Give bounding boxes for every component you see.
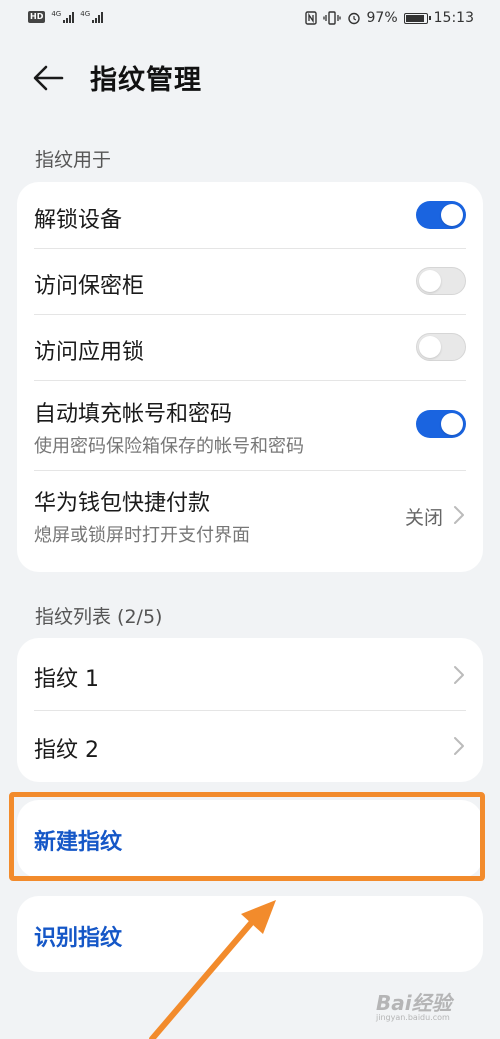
watermark-url: jingyan.baidu.com <box>376 1013 450 1022</box>
annotation-arrow-icon <box>149 900 276 1039</box>
watermark-logo: Bai经验 <box>376 991 452 1015</box>
watermark: Bai经验 jingyan.baidu.com <box>376 985 472 1025</box>
